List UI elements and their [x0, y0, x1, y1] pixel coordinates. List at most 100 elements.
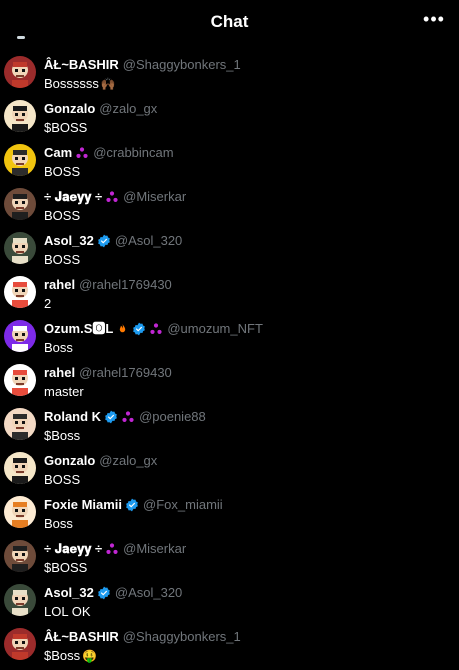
chat-message[interactable]: Cam @crabbincam BOSS — [0, 144, 459, 188]
display-name[interactable]: ÂŁ~BASHIR — [44, 629, 119, 644]
chat-message[interactable]: ÂŁ~BASHIR @Shaggybonkers_1 Bossssss 🙌🏾 — [0, 56, 459, 100]
display-name[interactable]: Roland K — [44, 409, 101, 424]
avatar[interactable] — [4, 56, 36, 88]
display-name[interactable]: Asol_32 — [44, 585, 94, 600]
message-body: $BOSS — [44, 560, 88, 575]
message-header: Ozum.S🅾L @umozum_NFT — [44, 320, 263, 338]
chat-message[interactable]: ÷ 𝐉𝐚𝐞𝐲𝐲 ÷ @Miserkar $BOSS — [0, 540, 459, 584]
display-name[interactable]: Gonzalo — [44, 453, 95, 468]
message-text: BOSS — [44, 472, 80, 488]
display-name[interactable]: rahel — [44, 277, 75, 292]
message-emoji: 🤑 — [82, 649, 98, 663]
user-handle[interactable]: @zalo_gx — [99, 101, 157, 116]
avatar[interactable] — [4, 232, 36, 264]
message-header: ÷ 𝐉𝐚𝐞𝐲𝐲 ÷ @Miserkar — [44, 188, 186, 206]
chat-message[interactable]: Roland K @poenie88 $Boss — [0, 408, 459, 452]
message-text: $BOSS — [44, 120, 87, 136]
message-text: master — [44, 384, 84, 400]
chat-message[interactable]: Gonzalo @zalo_gx $BOSS — [0, 100, 459, 144]
avatar[interactable] — [4, 320, 36, 352]
message-text: BOSS — [44, 252, 80, 268]
message-header: Gonzalo @zalo_gx — [44, 452, 157, 470]
more-options-icon[interactable]: ••• — [423, 8, 445, 30]
community-member-icon — [105, 190, 119, 209]
chat-message[interactable]: rahel @rahel1769430 2 — [0, 276, 459, 320]
community-member-icon — [149, 322, 163, 341]
user-handle[interactable]: @crabbincam — [93, 145, 173, 160]
avatar[interactable] — [4, 188, 36, 220]
user-handle[interactable]: @zalo_gx — [99, 453, 157, 468]
verified-badge-icon — [104, 410, 118, 429]
message-text: BOSS — [44, 164, 80, 180]
avatar[interactable] — [4, 584, 36, 616]
message-text: $BOSS — [44, 560, 87, 576]
message-header: Asol_32 @Asol_320 — [44, 584, 182, 602]
message-text: BOSS — [44, 208, 80, 224]
verified-badge-icon — [97, 234, 111, 253]
message-body: LOL OK — [44, 604, 91, 619]
message-body: $Boss — [44, 428, 81, 443]
display-name[interactable]: ÷ 𝐉𝐚𝐞𝐲𝐲 ÷ — [44, 541, 102, 556]
chat-message[interactable]: Foxie Miamii @Fox_miamii Boss — [0, 496, 459, 540]
chat-message[interactable]: Asol_32 @Asol_320 BOSS — [0, 232, 459, 276]
user-handle[interactable]: @Miserkar — [123, 189, 186, 204]
avatar[interactable] — [4, 408, 36, 440]
chat-message[interactable]: Asol_32 @Asol_320 LOL OK — [0, 584, 459, 628]
message-text: 2 — [44, 296, 51, 312]
user-handle[interactable]: @Miserkar — [123, 541, 186, 556]
chat-message-list[interactable]: ÂŁ~BASHIR @Shaggybonkers_1 Bossssss 🙌🏾 Gonz… — [0, 36, 459, 670]
user-handle[interactable]: @Fox_miamii — [143, 497, 223, 512]
message-header: ÂŁ~BASHIR @Shaggybonkers_1 — [44, 56, 241, 74]
message-text: Boss — [44, 340, 73, 356]
display-name[interactable]: Cam — [44, 145, 72, 160]
avatar[interactable] — [4, 540, 36, 572]
avatar[interactable] — [4, 496, 36, 528]
display-name[interactable]: Ozum.S🅾L — [44, 321, 113, 336]
community-member-icon — [121, 410, 135, 429]
message-text: $Boss 🤑 — [44, 648, 97, 664]
user-handle[interactable]: @Asol_320 — [115, 585, 182, 600]
user-handle[interactable]: @rahel1769430 — [79, 365, 172, 380]
avatar[interactable] — [4, 100, 36, 132]
message-text: LOL OK — [44, 604, 90, 620]
user-handle[interactable]: @umozum_NFT — [167, 321, 263, 336]
message-header: rahel @rahel1769430 — [44, 276, 172, 294]
display-name[interactable]: Asol_32 — [44, 233, 94, 248]
chat-message[interactable]: ÷ 𝐉𝐚𝐞𝐲𝐲 ÷ @Miserkar BOSS — [0, 188, 459, 232]
user-handle[interactable]: @Asol_320 — [115, 233, 182, 248]
verified-badge-icon — [97, 586, 111, 605]
avatar[interactable] — [4, 628, 36, 660]
message-header: Roland K @poenie88 — [44, 408, 206, 426]
avatar[interactable] — [4, 276, 36, 308]
message-body: $Boss — [44, 648, 81, 663]
message-body: 2 — [44, 296, 52, 311]
message-body: Bossssss — [44, 76, 99, 91]
display-name[interactable]: Gonzalo — [44, 101, 95, 116]
user-handle[interactable]: @Shaggybonkers_1 — [123, 629, 241, 644]
chat-title: Chat — [210, 12, 249, 31]
fire-icon — [116, 322, 129, 341]
message-body: Boss — [44, 340, 73, 355]
user-handle[interactable]: @rahel1769430 — [79, 277, 172, 292]
display-name[interactable]: ÷ 𝐉𝐚𝐞𝐲𝐲 ÷ — [44, 189, 102, 204]
user-handle[interactable]: @poenie88 — [139, 409, 206, 424]
avatar[interactable] — [4, 144, 36, 176]
chat-message[interactable]: Ozum.S🅾L @umozum_NFT Boss — [0, 320, 459, 364]
avatar[interactable] — [4, 452, 36, 484]
message-header: ÂŁ~BASHIR @Shaggybonkers_1 — [44, 628, 241, 646]
chat-message[interactable]: rahel @rahel1769430 master — [0, 364, 459, 408]
avatar[interactable] — [4, 364, 36, 396]
display-name[interactable]: Foxie Miamii — [44, 497, 122, 512]
message-body: BOSS — [44, 164, 81, 179]
chat-message[interactable]: Gonzalo @zalo_gx BOSS — [0, 452, 459, 496]
message-text: Bossssss 🙌🏾 — [44, 76, 116, 92]
display-name[interactable]: rahel — [44, 365, 75, 380]
community-member-icon — [75, 146, 89, 165]
verified-badge-icon — [132, 322, 146, 341]
message-body: master — [44, 384, 84, 399]
user-handle[interactable]: @Shaggybonkers_1 — [123, 57, 241, 72]
scroll-fade-indicator — [17, 36, 25, 39]
chat-message[interactable]: ÂŁ~BASHIR @Shaggybonkers_1 $Boss 🤑 — [0, 628, 459, 670]
verified-badge-icon — [125, 498, 139, 517]
display-name[interactable]: ÂŁ~BASHIR — [44, 57, 119, 72]
